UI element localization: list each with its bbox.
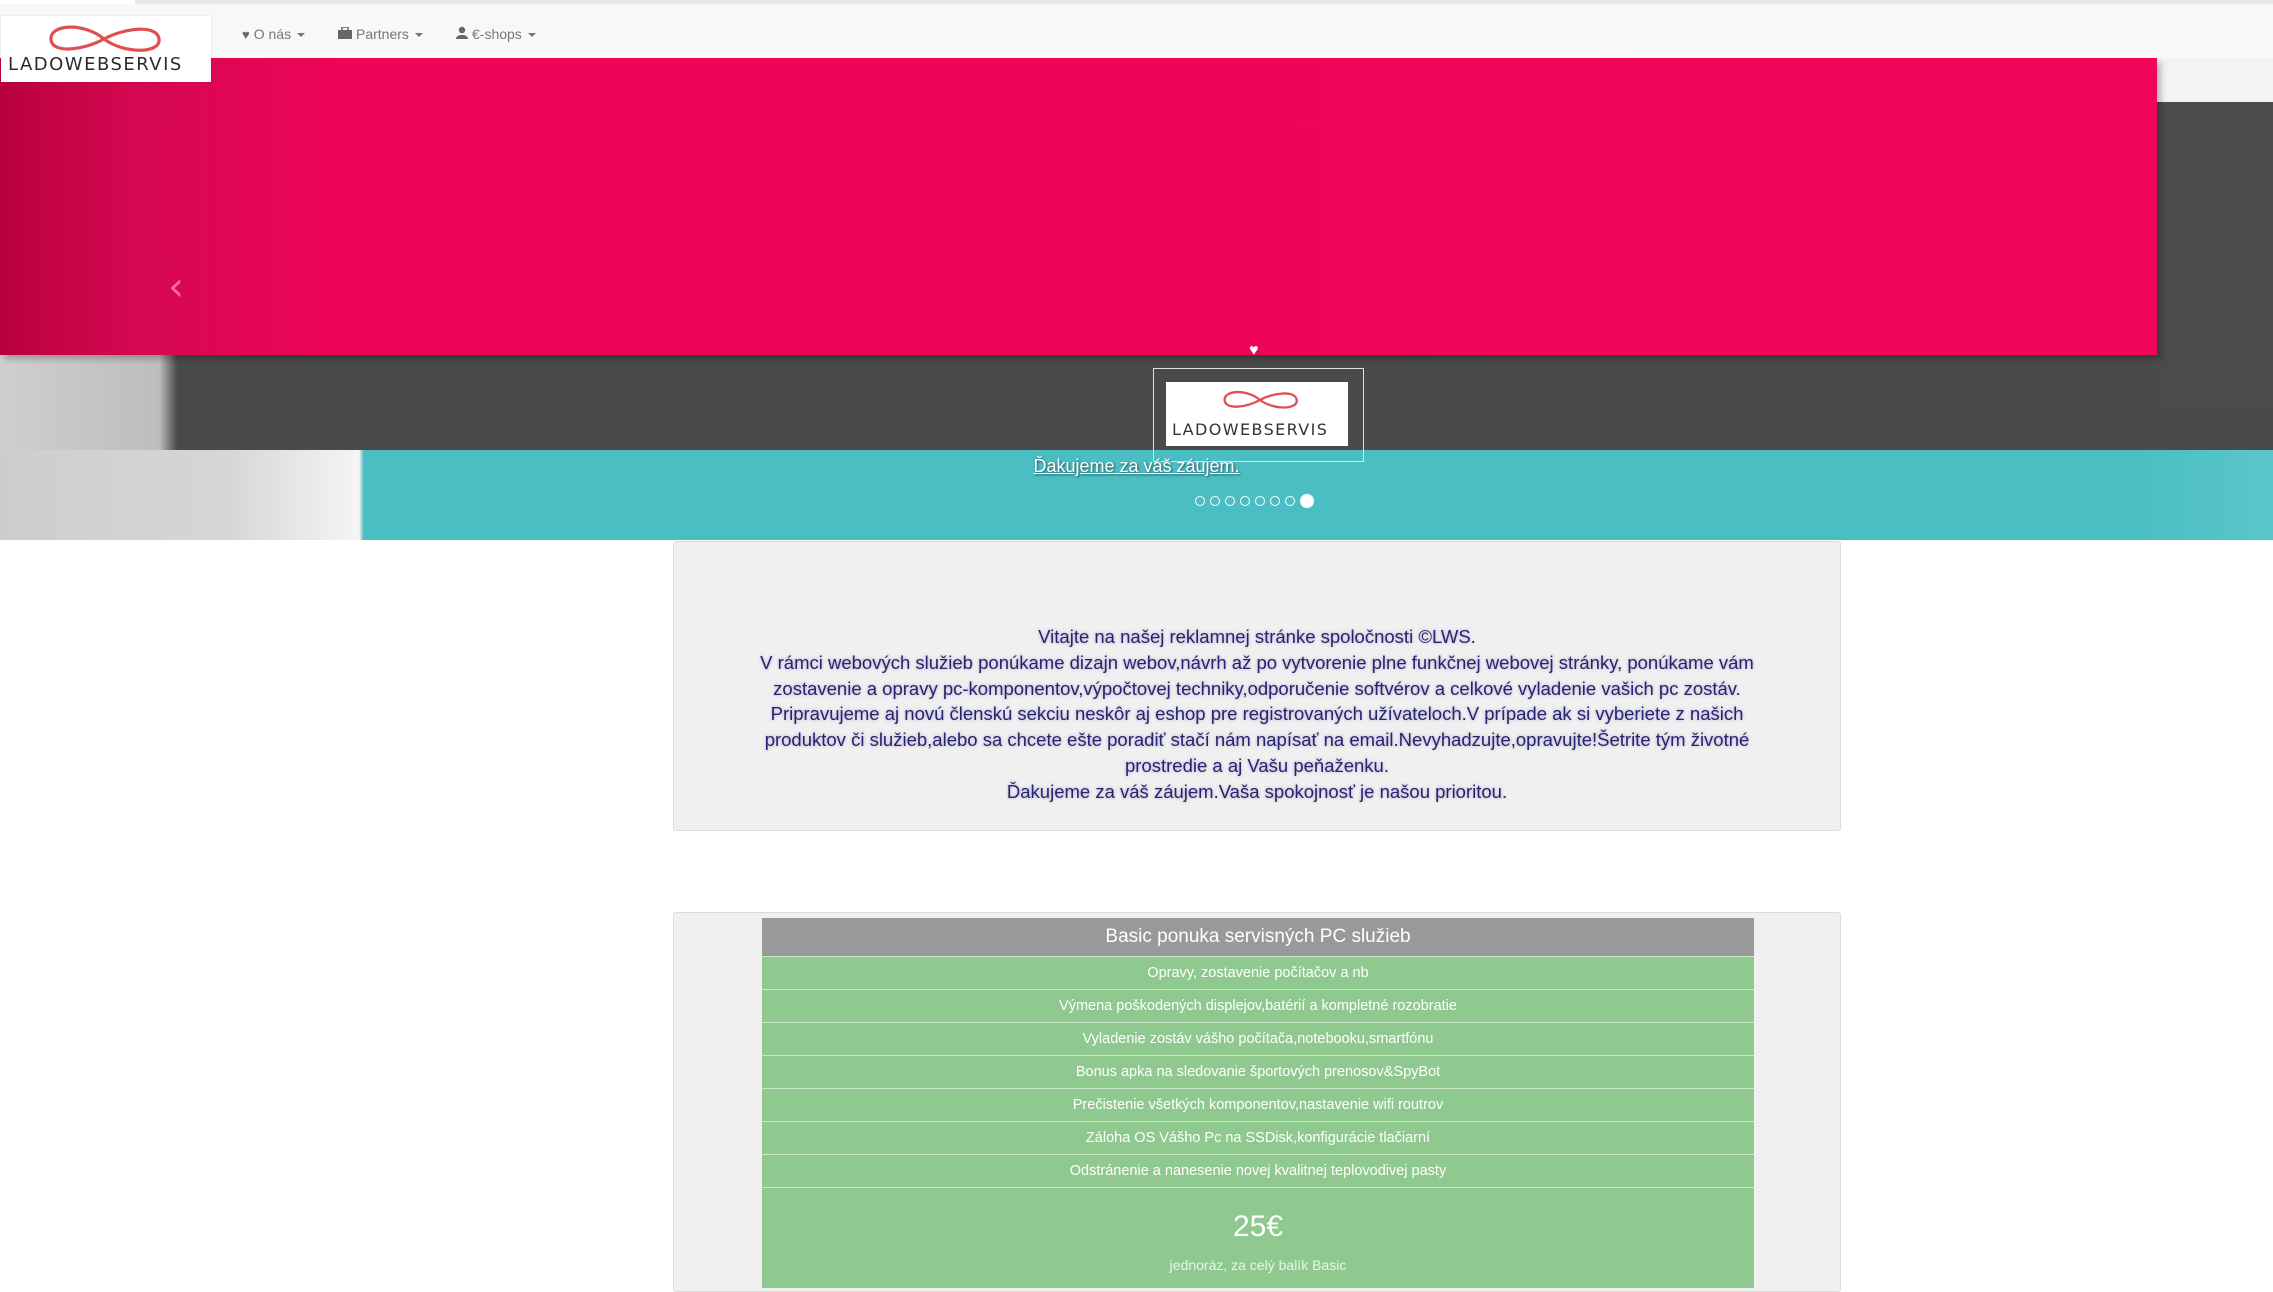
nav-partners-label: Partners — [356, 26, 409, 42]
caret-down-icon — [527, 33, 536, 37]
user-icon — [456, 26, 468, 42]
price-value: 25€ — [1232, 1210, 1284, 1243]
caption-logo: LADOWEBSERVIS — [1166, 382, 1348, 446]
welcome-line: Vitajte na našej reklamnej stránke spolo… — [1038, 626, 1476, 647]
pricing-item: Odstránenie a nanesenie novej kvalitnej … — [762, 1154, 1754, 1187]
slide-band-gray-right — [2157, 102, 2273, 406]
heart-icon: ♥ — [242, 26, 250, 42]
pricing-item: Bonus apka na sledovanie športových pren… — [762, 1055, 1754, 1088]
carousel-indicator[interactable] — [1195, 496, 1205, 506]
navbar: ♥ O nás Partners €-shops — [0, 4, 2273, 59]
nav-o-nas[interactable]: ♥ O nás — [242, 26, 306, 42]
carousel-indicator[interactable] — [1255, 496, 1265, 506]
nav-partners[interactable]: Partners — [338, 25, 423, 42]
carousel-indicator[interactable] — [1240, 496, 1250, 506]
carousel-indicator[interactable] — [1270, 496, 1280, 506]
pricing-item: Vyladenie zostáv vášho počítača,notebook… — [762, 1022, 1754, 1055]
pricing-item: Záloha OS Vášho Pc na SSDisk,konfiguráci… — [762, 1121, 1754, 1154]
pricing-item: Opravy, zostavenie počítačov a nb — [762, 956, 1754, 989]
welcome-line: Ďakujeme za váš záujem.Vaša spokojnosť j… — [1006, 780, 1508, 802]
nav-eshops[interactable]: €-shops — [456, 26, 536, 42]
nav-eshops-label: €-shops — [472, 26, 522, 42]
slide-band-light — [2157, 58, 2273, 102]
infinity-logo-icon — [49, 25, 161, 52]
infinity-logo-icon — [1223, 390, 1298, 409]
welcome-panel: Vitajte na našej reklamnej stránke spolo… — [673, 541, 1841, 831]
carousel-indicator-active[interactable] — [1300, 494, 1314, 508]
pricing-table: Basic ponuka servisných PC služieb Oprav… — [762, 918, 1754, 1288]
welcome-line: prostredie a aj Vašu peňaženku. — [1125, 754, 1389, 776]
price-note: jednoráz, za celý balík Basic — [1169, 1257, 1347, 1273]
slide-band-pink — [0, 58, 2157, 355]
carousel-caption[interactable]: Ďakujeme za váš záujem. — [0, 456, 2273, 477]
welcome-line: Pripravujeme aj novú členskú sekciu nesk… — [770, 703, 1744, 725]
carousel-indicator[interactable] — [1225, 496, 1235, 506]
welcome-line: zostavenie a opravy pc-komponentov,výpoč… — [773, 677, 1741, 699]
briefcase-icon — [338, 25, 352, 42]
carousel-indicator[interactable] — [1210, 496, 1220, 506]
pricing-title: Basic ponuka servisných PC služieb — [762, 918, 1754, 956]
heart-icon: ♥ — [1249, 342, 1259, 359]
pricing-price-block: 25€ jednoráz, za celý balík Basic — [762, 1187, 1754, 1288]
welcome-text: Vitajte na našej reklamnej stránke spolo… — [694, 624, 1820, 805]
caret-down-icon — [297, 33, 306, 37]
pricing-item: Výmena poškodených displejov,batérií a k… — [762, 989, 1754, 1022]
hero-carousel: ‹ ♥ LADOWEBSERVIS Ďakujeme za váš záujem… — [0, 58, 2273, 540]
brand-logo-text: LADOWEBSERVIS — [8, 54, 183, 75]
caption-logo-text: LADOWEBSERVIS — [1172, 420, 1329, 439]
welcome-line: produktov či služieb,alebo sa chcete ešt… — [764, 729, 1750, 751]
carousel-prev-icon[interactable]: ‹ — [168, 264, 184, 310]
pricing-item: Prečistenie všetkých komponentov,nastave… — [762, 1088, 1754, 1121]
caret-down-icon — [414, 33, 423, 37]
welcome-line: V rámci webových služieb ponúkame dizajn… — [760, 651, 1754, 673]
carousel-indicators — [1195, 494, 1314, 508]
nav-o-nas-label: O nás — [253, 26, 292, 42]
brand-logo[interactable]: LADOWEBSERVIS — [1, 16, 211, 82]
carousel-indicator[interactable] — [1285, 496, 1295, 506]
